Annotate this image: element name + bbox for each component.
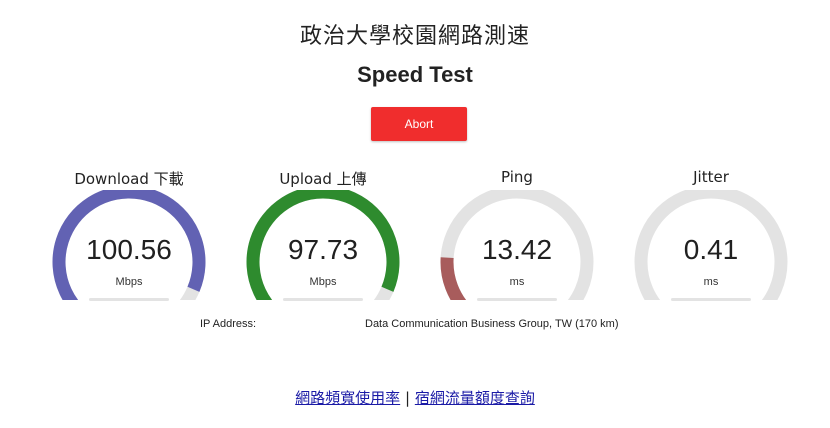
download-gauge: Download 下載 100.56 Mbps <box>49 168 209 308</box>
gauge-progress-bar <box>477 298 557 301</box>
gauge-progress-bar <box>671 298 751 301</box>
gauge-progress-bar <box>283 298 363 301</box>
gauge-label: Upload 上傳 <box>279 170 367 188</box>
gauge-unit: Mbps <box>115 276 143 288</box>
gauge-unit: ms <box>509 276 525 288</box>
gauge-unit: ms <box>703 276 719 288</box>
ping-gauge: Ping 13.42 ms <box>437 168 597 308</box>
gauge-value: 100.56 <box>86 234 172 265</box>
gauge-value: 13.42 <box>481 234 553 265</box>
gauge-unit: Mbps <box>309 276 337 288</box>
link-separator: | <box>404 389 411 407</box>
isp-info: Data Communication Business Group, TW (1… <box>365 318 619 330</box>
bandwidth-usage-link[interactable]: 網路頻寬使用率 <box>295 389 400 407</box>
footer-links: 網路頻寬使用率 | 宿網流量額度查詢 <box>0 387 830 408</box>
site-title: 政治大學校園網路測速 <box>299 24 530 49</box>
abort-button[interactable]: Abort <box>371 107 467 141</box>
page-title: Speed Test <box>357 62 473 87</box>
gauge-progress-bar <box>89 298 169 301</box>
upload-gauge: Upload 上傳 97.73 Mbps <box>243 168 403 308</box>
gauge-label: Ping <box>501 168 533 186</box>
gauge-value: 0.41 <box>683 234 739 265</box>
gauge-value: 97.73 <box>287 234 359 265</box>
gauge-label: Download 下載 <box>74 170 184 188</box>
ip-address-label: IP Address: <box>200 318 257 330</box>
dorm-quota-link[interactable]: 宿網流量額度查詢 <box>415 389 535 407</box>
gauge-label: Jitter <box>693 168 729 186</box>
jitter-gauge: Jitter 0.41 ms <box>631 168 791 308</box>
